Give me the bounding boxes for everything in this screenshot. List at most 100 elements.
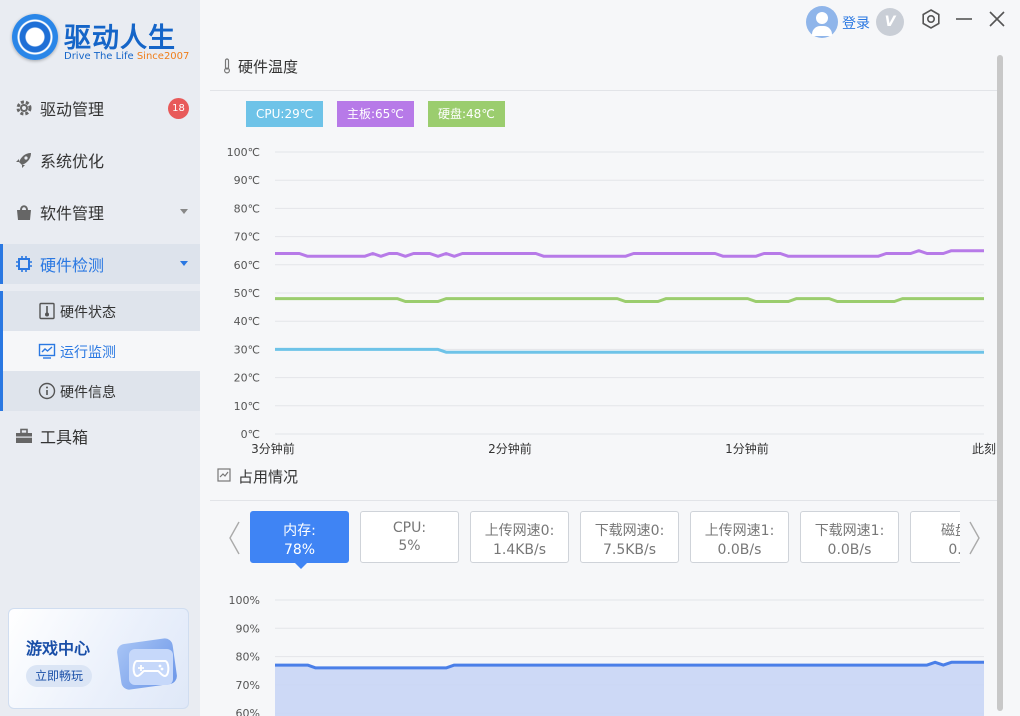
y-tick-label: 80℃ xyxy=(234,202,260,215)
thermometer-doc-icon xyxy=(39,302,55,320)
y-tick-label: 70℃ xyxy=(234,231,260,244)
selected-card-pointer xyxy=(295,563,307,569)
y-tick-label: 80% xyxy=(236,651,260,664)
usage-cards: 内存: 78% CPU: 5% 上传网速0: 1.4KB/s 下载网速0: 7.5KB/… xyxy=(250,500,960,570)
x-tick-label: 1分钟前 xyxy=(725,441,769,456)
login-area[interactable]: 登录 V xyxy=(806,6,906,38)
sidebar-subitem-hardware-info[interactable]: 硬件信息 xyxy=(0,371,200,411)
sidebar-item-software[interactable]: 软件管理 xyxy=(0,192,200,232)
monitor-chart-icon xyxy=(38,343,56,359)
sidebar-subitem-hardware-status[interactable]: 硬件状态 xyxy=(0,291,200,331)
card-value: 78% xyxy=(283,542,316,558)
series-area-内存 xyxy=(275,662,984,716)
update-count-badge: 18 xyxy=(168,98,189,119)
app-name: 驱动人生 xyxy=(64,23,176,54)
minimize-icon[interactable] xyxy=(953,8,975,30)
card-name: 上传网速1: xyxy=(704,523,775,539)
sidebar-item-toolbox[interactable]: 工具箱 xyxy=(0,416,200,456)
sidebar-item-label: 工具箱 xyxy=(40,428,89,447)
y-tick-label: 60% xyxy=(236,707,260,716)
series-line-主板 xyxy=(275,249,984,258)
y-tick-label: 20℃ xyxy=(234,372,260,385)
y-tick-label: 0℃ xyxy=(241,428,260,441)
gamepad-icon xyxy=(129,649,173,685)
login-link[interactable]: 登录 xyxy=(842,13,870,33)
x-tick-label: 此刻 xyxy=(972,442,996,456)
cpu-card[interactable]: CPU: 5% xyxy=(360,511,459,563)
sidebar-item-label: 系统优化 xyxy=(40,152,105,171)
game-center-title: 游戏中心 xyxy=(26,639,91,658)
x-tick-label: 3分钟前 xyxy=(251,441,295,456)
usage-section-title: 占用情况 xyxy=(238,468,299,486)
game-center-card[interactable]: 游戏中心 立即畅玩 xyxy=(8,608,189,709)
download0-card[interactable]: 下载网速0: 7.5KB/s xyxy=(580,511,679,563)
card-value: 7.5KB/s xyxy=(602,542,657,558)
sidebar: 驱动人生 Drive The Life Since2007 驱动管理 18 系统… xyxy=(0,0,200,716)
app-since: Since2007 xyxy=(136,51,190,62)
rocket-icon xyxy=(16,153,31,168)
active-indicator xyxy=(0,244,3,284)
app-logo: 驱动人生 Drive The Life Since2007 xyxy=(12,14,192,66)
divider xyxy=(210,90,998,91)
series-line-硬盘 xyxy=(275,297,984,303)
y-tick-label: 70% xyxy=(236,679,260,692)
y-tick-label: 90℃ xyxy=(234,174,260,187)
close-icon[interactable] xyxy=(986,8,1008,30)
thermometer-icon xyxy=(223,58,231,74)
main-panel: 登录 V 硬件温度 CPU:29℃ 主板:65℃ 硬盘:48℃ 100℃ 90℃ 8… xyxy=(200,0,1020,716)
temperature-chart: 100℃ 90℃ 80℃ 70℃ 60℃ 50℃ 40℃ 30℃ 20℃ 10℃ 0℃3分钟前 2分钟… xyxy=(227,146,996,456)
sidebar-subitem-label: 硬件状态 xyxy=(60,305,116,321)
card-name: 下载网速1: xyxy=(814,523,885,539)
y-tick-label: 90% xyxy=(236,622,260,635)
y-tick-label: 40℃ xyxy=(234,315,260,328)
app-tagline: Drive The Life Since2007 xyxy=(64,51,190,62)
sidebar-subitem-label: 硬件信息 xyxy=(60,385,116,401)
download1-card[interactable]: 下载网速1: 0.0B/s xyxy=(800,511,899,563)
logo-gear-icon xyxy=(12,14,58,60)
x-tick-label: 2分钟前 xyxy=(488,441,532,456)
temperature-section-title: 硬件温度 xyxy=(238,58,299,76)
gear-icon xyxy=(16,100,32,116)
card-name: 磁盘0 xyxy=(941,523,960,539)
info-icon xyxy=(38,382,56,400)
upload1-card[interactable]: 上传网速1: 0.0B/s xyxy=(690,511,789,563)
card-name: 下载网速0: xyxy=(594,523,665,539)
usage-chart-icon xyxy=(217,468,231,482)
y-tick-label: 10℃ xyxy=(234,400,260,413)
scroll-left-arrow[interactable] xyxy=(227,520,241,556)
memory-card[interactable]: 内存: 78% xyxy=(250,511,349,563)
y-tick-label: 60℃ xyxy=(234,259,260,272)
settings-icon[interactable] xyxy=(920,8,942,30)
vip-badge[interactable]: V xyxy=(876,8,904,36)
y-tick-label: 30℃ xyxy=(234,343,260,356)
sidebar-subitem-runtime-monitor[interactable]: 运行监测 xyxy=(0,331,200,371)
y-tick-label: 100% xyxy=(229,594,260,607)
card-value: 0.0B/s xyxy=(827,542,872,558)
sidebar-item-label: 驱动管理 xyxy=(40,100,105,119)
sidebar-item-label: 硬件检测 xyxy=(40,256,105,275)
card-name: CPU: xyxy=(392,520,427,536)
card-value: 5% xyxy=(398,538,421,554)
legend-cpu: CPU:29℃ xyxy=(246,101,324,127)
card-value: 0.0 xyxy=(948,542,960,558)
play-now-button[interactable]: 立即畅玩 xyxy=(26,665,92,687)
chevron-down-icon xyxy=(180,209,188,214)
sidebar-item-driver[interactable]: 驱动管理 18 xyxy=(0,88,200,128)
chevron-down-icon xyxy=(180,261,188,266)
bag-icon xyxy=(17,205,31,220)
card-name: 上传网速0: xyxy=(484,523,555,539)
sidebar-item-hardware[interactable]: 硬件检测 xyxy=(0,244,200,284)
avatar[interactable] xyxy=(806,6,838,38)
y-tick-label: 50℃ xyxy=(234,287,260,300)
card-value: 0.0B/s xyxy=(717,542,762,558)
legend-disk: 硬盘:48℃ xyxy=(428,101,505,127)
scrollbar[interactable] xyxy=(997,55,1003,711)
sidebar-item-label: 软件管理 xyxy=(40,204,105,223)
upload0-card[interactable]: 上传网速0: 1.4KB/s xyxy=(470,511,569,563)
sidebar-item-optimize[interactable]: 系统优化 xyxy=(0,140,200,180)
card-value: 1.4KB/s xyxy=(492,542,547,558)
legend-motherboard: 主板:65℃ xyxy=(337,101,414,127)
disk0-card[interactable]: 磁盘00.0 xyxy=(910,511,960,563)
scroll-right-arrow[interactable] xyxy=(968,520,982,556)
y-tick-label: 100℃ xyxy=(227,146,260,159)
